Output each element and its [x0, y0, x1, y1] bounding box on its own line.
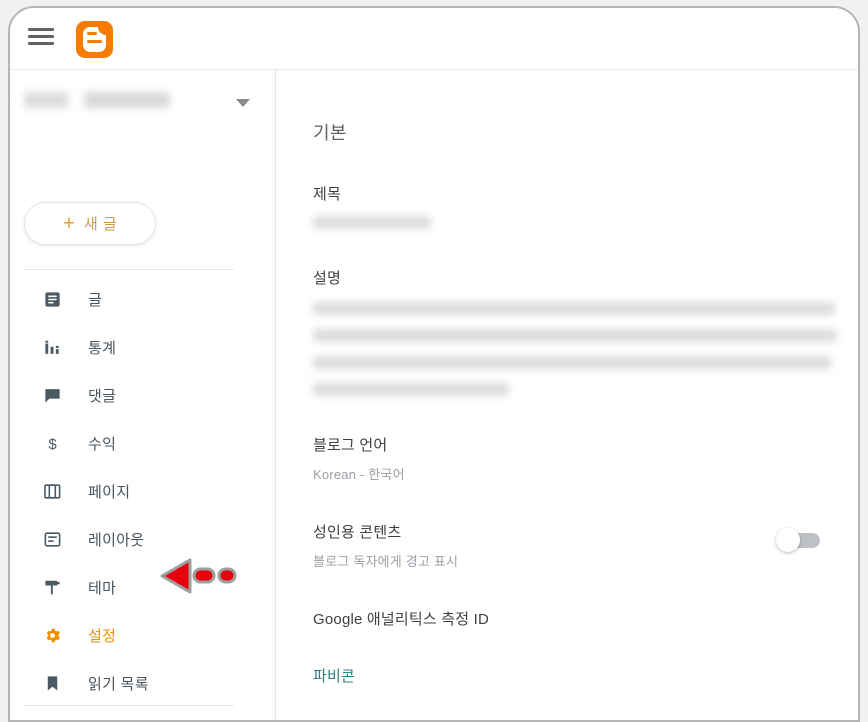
gear-icon — [40, 623, 64, 647]
adult-content-toggle[interactable] — [776, 528, 822, 552]
chevron-down-icon[interactable] — [236, 99, 250, 107]
setting-row-favicon[interactable]: 파비콘 — [313, 629, 822, 686]
blog-selector[interactable] — [10, 82, 276, 126]
sidebar-item-comments[interactable]: 댓글 — [10, 371, 276, 419]
new-post-label: 새 글 — [83, 216, 118, 233]
new-post-button[interactable]: + 새 글 — [24, 202, 156, 245]
setting-value-description-redacted — [313, 383, 509, 396]
setting-value-language: Korean - 한국어 — [313, 467, 405, 482]
sidebar-item-reading-list[interactable]: 읽기 목록 — [10, 659, 276, 707]
top-app-bar — [10, 8, 858, 70]
view-blog-link[interactable]: 블로그 보기 — [10, 715, 276, 720]
browser-window: + 새 글 글 통계 댓글 $ 수익 페이지 레이아웃 테마 설정 읽기 목록 … — [8, 6, 860, 722]
setting-label-title: 제목 — [313, 186, 342, 203]
sidebar-item-label: 글 — [88, 291, 103, 309]
sidebar-item-label: 수익 — [88, 435, 117, 453]
setting-label-description: 설명 — [313, 270, 342, 287]
blog-name-redacted — [24, 92, 170, 108]
sidebar-item-layout[interactable]: 레이아웃 — [10, 515, 276, 563]
section-heading-basic: 기본 — [313, 123, 347, 143]
sidebar: + 새 글 글 통계 댓글 $ 수익 페이지 레이아웃 테마 설정 읽기 목록 — [10, 70, 276, 720]
sidebar-item-label: 댓글 — [88, 387, 117, 405]
sidebar-item-earnings[interactable]: $ 수익 — [10, 419, 276, 467]
hamburger-line — [28, 35, 54, 38]
hamburger-line — [28, 42, 54, 45]
setting-row-description[interactable]: 설명 — [313, 267, 837, 396]
svg-text:$: $ — [48, 436, 57, 453]
setting-value-title-redacted — [313, 216, 431, 229]
layout-icon — [40, 527, 64, 551]
setting-value-description-redacted — [313, 302, 835, 315]
sidebar-divider-top — [24, 269, 234, 270]
sidebar-item-label: 통계 — [88, 339, 117, 357]
toggle-knob — [776, 528, 800, 552]
setting-label-language: 블로그 언어 — [313, 437, 388, 454]
setting-row-adult-content[interactable]: 성인용 콘텐츠 블로그 독자에게 경고 표시 — [313, 521, 822, 570]
sidebar-item-label: 레이아웃 — [88, 531, 145, 549]
sidebar-divider-bottom — [24, 705, 234, 706]
hamburger-menu-icon[interactable] — [28, 28, 54, 50]
setting-value-description-redacted — [313, 356, 831, 369]
blogger-logo-icon[interactable] — [76, 21, 113, 58]
bookmark-icon — [40, 671, 64, 695]
sidebar-item-label: 설정 — [88, 627, 117, 645]
sidebar-item-posts[interactable]: 글 — [10, 275, 276, 323]
settings-content: 기본 제목 설명 블로그 언어 Korean - 한국어 성인용 콘텐츠 블로그… — [277, 70, 858, 720]
setting-row-language[interactable]: 블로그 언어 Korean - 한국어 — [313, 434, 822, 483]
setting-row-analytics-id[interactable]: Google 애널리틱스 측정 ID — [313, 608, 822, 629]
posts-icon — [40, 287, 64, 311]
setting-label-adult-content: 성인용 콘텐츠 — [313, 524, 402, 541]
setting-label-analytics-id: Google 애널리틱스 측정 ID — [313, 611, 490, 628]
favicon-link[interactable]: 파비콘 — [313, 665, 355, 686]
sidebar-nav: 글 통계 댓글 $ 수익 페이지 레이아웃 테마 설정 읽기 목록 — [10, 275, 276, 707]
setting-row-title[interactable]: 제목 — [313, 183, 822, 229]
sidebar-item-label: 읽기 목록 — [88, 675, 149, 693]
setting-sub-adult-content: 블로그 독자에게 경고 표시 — [313, 554, 459, 569]
sidebar-item-pages[interactable]: 페이지 — [10, 467, 276, 515]
sidebar-item-theme[interactable]: 테마 — [10, 563, 276, 611]
comments-icon — [40, 383, 64, 407]
setting-value-description-redacted — [313, 329, 837, 342]
pages-icon — [40, 479, 64, 503]
sidebar-item-stats[interactable]: 통계 — [10, 323, 276, 371]
sidebar-item-label: 페이지 — [88, 483, 131, 501]
theme-icon — [40, 575, 64, 599]
sidebar-item-settings[interactable]: 설정 — [10, 611, 276, 659]
sidebar-item-label: 테마 — [88, 579, 117, 597]
hamburger-line — [28, 28, 54, 31]
earnings-icon: $ — [40, 431, 64, 455]
plus-icon: + — [62, 212, 75, 235]
stats-icon — [40, 335, 64, 359]
